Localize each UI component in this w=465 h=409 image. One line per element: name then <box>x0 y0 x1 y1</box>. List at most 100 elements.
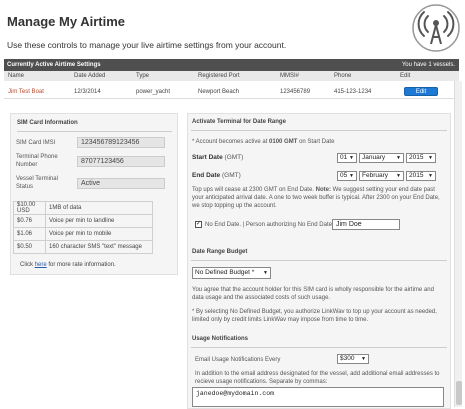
notice-post: on Start Date <box>299 139 335 145</box>
start-date-text: Start Date <box>192 154 223 161</box>
activate-heading: Activate Terminal for Date Range <box>192 119 286 125</box>
rate-desc: Voice per min to landline <box>45 214 153 228</box>
sim-card-heading: SIM Card Information <box>17 120 78 126</box>
budget-note: * By selecting No Defined Budget, you au… <box>192 308 450 324</box>
rate-price: $1.06 <box>13 227 46 241</box>
table-row: Jim Test Boat 12/3/2014 power_yacht Newp… <box>4 85 459 99</box>
budget-select[interactable]: No Defined Budget * ▼ <box>192 267 271 279</box>
more-rates-link[interactable]: here <box>35 262 47 268</box>
rate-desc: 160 character SMS "text" message <box>45 240 153 254</box>
activation-notice: * Account becomes active at 0100 GMT on … <box>192 138 334 146</box>
active-settings-label: Currently Active Airtime Settings <box>7 62 101 68</box>
imsi-field: 123456789123456 <box>77 137 165 148</box>
usage-info: In addition to the email address designa… <box>195 370 450 386</box>
antenna-signal-icon <box>412 4 460 52</box>
terminal-status-field: Active <box>77 178 165 189</box>
chevron-down-icon: ▼ <box>349 173 354 179</box>
chevron-down-icon: ▼ <box>361 356 366 362</box>
active-settings-bar: Currently Active Airtime Settings You ha… <box>4 59 459 71</box>
end-day-value: 05 <box>340 172 348 179</box>
scrollbar[interactable] <box>454 81 462 407</box>
more-rates-click: Click <box>20 262 33 268</box>
chevron-down-icon: ▼ <box>428 173 433 179</box>
usage-heading: Usage Notifications <box>192 336 249 342</box>
page-subtitle: Use these controls to manage your live a… <box>7 40 287 50</box>
rate-price: $10.00 USD <box>13 201 46 215</box>
rates-table: $10.00 USD 1MB of data $0.76 Voice per min… <box>13 201 153 254</box>
note-line3: we stop topping up the account. <box>192 203 277 209</box>
agree-line1: You agree that the account holder for th… <box>192 287 434 293</box>
no-end-date-checkbox[interactable]: ✓ <box>195 221 202 228</box>
end-date-unit: (GMT) <box>221 172 241 179</box>
end-month-select[interactable]: February ▼ <box>359 171 404 181</box>
registered-port: Newport Beach <box>198 89 240 95</box>
col-type: Type <box>136 73 150 79</box>
page-title: Manage My Airtime <box>7 14 125 29</box>
agree-line2: data usage and the associated costs of s… <box>192 295 331 301</box>
notification-emails-textarea[interactable]: janedoe@mydomain.com <box>192 387 444 407</box>
topup-note: Top ups will cease at 2300 GMT on End Da… <box>192 186 450 210</box>
chevron-down-icon: ▼ <box>428 155 433 161</box>
divider <box>191 130 447 131</box>
scrollbar-thumb[interactable] <box>456 381 462 405</box>
divider <box>17 131 172 132</box>
terminal-phone-label: Terminal Phone Number <box>16 154 58 168</box>
note-line1: Top ups will cease at 2300 GMT on End Da… <box>192 187 314 193</box>
more-rates-rest: for more rate information. <box>48 262 116 268</box>
chevron-down-icon: ▼ <box>396 173 401 179</box>
note-bold: Note: <box>315 187 331 193</box>
rate-row: $0.76 Voice per min to landline <box>13 214 153 228</box>
note-line2: your anticipated arrival date. A one to … <box>192 195 440 201</box>
terminal-phone-field: 87077123456 <box>77 156 165 167</box>
start-date-label: Start Date (GMT) <box>192 154 243 161</box>
imsi-label: SIM Card IMSI <box>16 140 56 146</box>
usage-info-line2: recieve usage notifications. Separate by… <box>195 379 328 385</box>
date-added: 12/3/2014 <box>74 89 101 95</box>
end-date-text: End Date <box>192 172 221 179</box>
vessel-table-header: Name Date Added Type Registered Port MMS… <box>4 71 459 81</box>
col-edit: Edit <box>400 73 411 79</box>
divider <box>191 347 447 348</box>
col-date-added: Date Added <box>74 73 106 79</box>
start-year-select[interactable]: 2015 ▼ <box>406 153 436 163</box>
end-day-select[interactable]: 05 ▼ <box>337 171 357 181</box>
vessel-name-link[interactable]: Jim Test Boat <box>8 89 44 95</box>
start-month-value: January <box>362 154 386 161</box>
notice-time: 0100 GMT <box>269 139 298 145</box>
usage-every-value: $300 <box>340 355 355 362</box>
usage-every-select[interactable]: $300 ▼ <box>337 354 369 364</box>
end-year-select[interactable]: 2015 ▼ <box>406 171 436 181</box>
end-year-value: 2015 <box>409 172 424 179</box>
budget-value: No Defined Budget * <box>195 269 255 276</box>
start-year-value: 2015 <box>409 154 424 161</box>
terminal-status-label: Vessel Terminal Status <box>16 176 58 190</box>
authorizer-input[interactable]: Jim Doe <box>332 219 400 230</box>
vessel-type: power_yacht <box>136 89 171 95</box>
note-line1b: We suggest setting your end date past <box>332 187 435 193</box>
col-name: Name <box>8 73 25 79</box>
rate-price: $0.50 <box>13 240 46 254</box>
divider <box>191 260 447 261</box>
rate-row: $1.06 Voice per min to mobile <box>13 227 153 241</box>
start-month-select[interactable]: January ▼ <box>359 153 404 163</box>
rate-desc: 1MB of data <box>45 201 153 215</box>
end-date-label: End Date (GMT) <box>192 172 241 179</box>
edit-button[interactable]: Edit <box>404 87 438 96</box>
budget-heading: Date Range Budget <box>192 249 248 255</box>
start-day-select[interactable]: 01 ▼ <box>337 153 357 163</box>
start-day-value: 01 <box>340 154 348 161</box>
rate-price: $0.76 <box>13 214 46 228</box>
chevron-down-icon: ▼ <box>349 155 354 161</box>
rate-row: $0.50 160 character SMS "text" message <box>13 240 153 254</box>
more-rates-text: Click here for more rate information. <box>20 262 116 268</box>
phone: 415-123-1234 <box>334 89 372 95</box>
usage-info-line1: In addition to the email address designa… <box>195 371 440 377</box>
vessel-count: You have 1 vessels. <box>401 62 455 68</box>
budget-note-line2: limited only by credit limits LinkWav ma… <box>192 317 369 323</box>
chevron-down-icon: ▼ <box>263 270 268 276</box>
mmsi: 123456789 <box>280 89 311 95</box>
budget-note-line1: * By selecting No Defined Budget, you au… <box>192 309 437 315</box>
end-month-value: February <box>362 172 389 179</box>
rate-desc: Voice per min to mobile <box>45 227 153 241</box>
no-end-date-label: No End Date. | Person authorizing No End… <box>205 222 332 228</box>
